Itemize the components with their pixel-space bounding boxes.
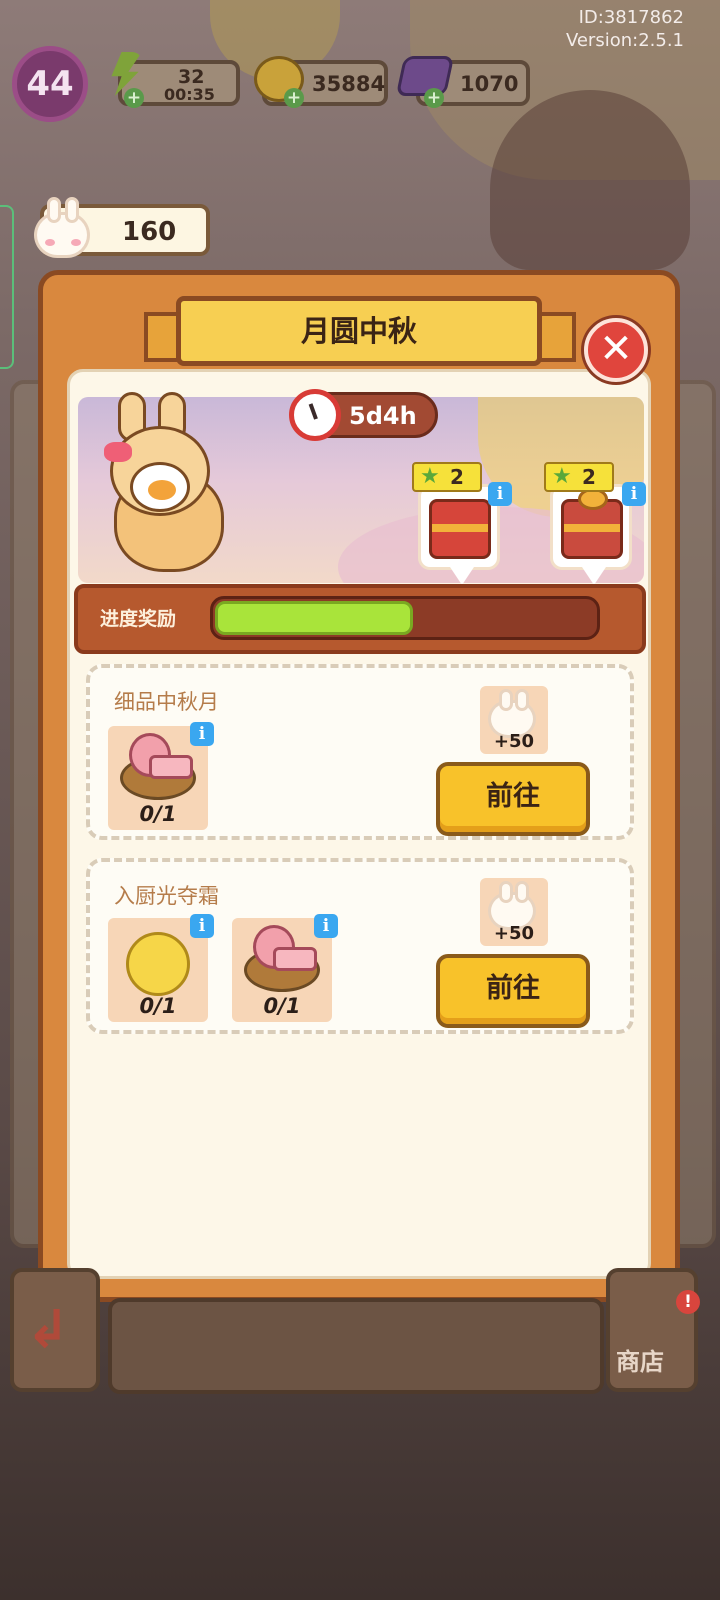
add-gem-plus-icon[interactable]: + xyxy=(424,88,444,108)
task-1-item-1-info-icon[interactable]: i xyxy=(190,722,214,746)
chest-2-star-badge: ★ 2 xyxy=(544,462,614,492)
task-2-item-2-count: 0/1 xyxy=(263,994,301,1018)
red-chest-icon xyxy=(429,499,491,559)
side-tab[interactable] xyxy=(0,205,14,369)
version-label: Version:2.5.1 xyxy=(565,30,684,51)
close-button[interactable]: ✕ xyxy=(584,318,648,382)
golden-coin-icon xyxy=(126,932,190,996)
task-2-reward: +50 xyxy=(480,878,548,946)
chest-1-star-count: 2 xyxy=(450,465,464,489)
reward-chest-2[interactable] xyxy=(550,484,632,585)
task-2-go-button[interactable]: 前往 xyxy=(436,954,590,1028)
player-level-badge[interactable]: 44 xyxy=(12,46,88,122)
bottom-toolbar xyxy=(108,1298,604,1394)
progress-reward-label: 进度奖励 xyxy=(100,608,177,630)
gem-icon xyxy=(395,56,455,96)
exit-arrow-icon: ↲ xyxy=(26,1300,70,1360)
build-info: ID:3817862 Version:2.5.1 xyxy=(566,6,684,52)
add-energy-plus-icon[interactable]: + xyxy=(124,88,144,108)
task-2-item-2-info-icon[interactable]: i xyxy=(314,914,338,938)
player-id: ID:3817862 xyxy=(578,7,684,28)
task-1-go-button[interactable]: 前往 xyxy=(436,762,590,836)
gift-chest-icon xyxy=(561,488,623,559)
dialog-title: 月圆中秋 xyxy=(176,296,542,366)
chest-2-star-count: 2 xyxy=(582,465,596,489)
event-timer-text: 5d4h xyxy=(349,402,417,430)
energy-timer: 00:35 xyxy=(164,85,215,104)
star-icon: ★ xyxy=(420,464,440,489)
bunny-currency-icon xyxy=(34,197,90,258)
mooncake-plate-icon xyxy=(120,733,196,800)
task-1-reward: +50 xyxy=(480,686,548,754)
chest-1-info-icon[interactable]: i xyxy=(488,482,512,506)
chest-2-info-icon[interactable]: i xyxy=(622,482,646,506)
shop-label: 商店 xyxy=(616,1348,664,1376)
event-timer: 5d4h xyxy=(289,389,438,441)
progress-fill xyxy=(215,601,413,635)
task-1-item-1-count: 0/1 xyxy=(139,802,177,826)
mooncake-plate-icon xyxy=(244,925,320,992)
task-2-title: 入厨光夺霜 xyxy=(114,884,219,908)
chest-1-star-badge: ★ 2 xyxy=(412,462,482,492)
clock-icon xyxy=(289,389,341,441)
add-coin-plus-icon[interactable]: + xyxy=(284,88,304,108)
task-1-title: 细品中秋月 xyxy=(114,690,219,714)
star-icon: ★ xyxy=(552,464,572,489)
task-2-item-1-info-icon[interactable]: i xyxy=(190,914,214,938)
progress-track xyxy=(210,596,600,640)
task-2-item-1-count: 0/1 xyxy=(139,994,177,1018)
player-level: 44 xyxy=(26,64,74,104)
gem-value: 1070 xyxy=(460,72,519,96)
event-currency-value: 160 xyxy=(122,217,177,247)
coin-value: 35884 xyxy=(312,72,386,96)
bunny-mascot-illustration xyxy=(96,392,246,582)
shop-alert-badge: ! xyxy=(676,1290,700,1314)
task-2-reward-amount: +50 xyxy=(493,923,535,944)
task-1-reward-amount: +50 xyxy=(493,731,535,752)
